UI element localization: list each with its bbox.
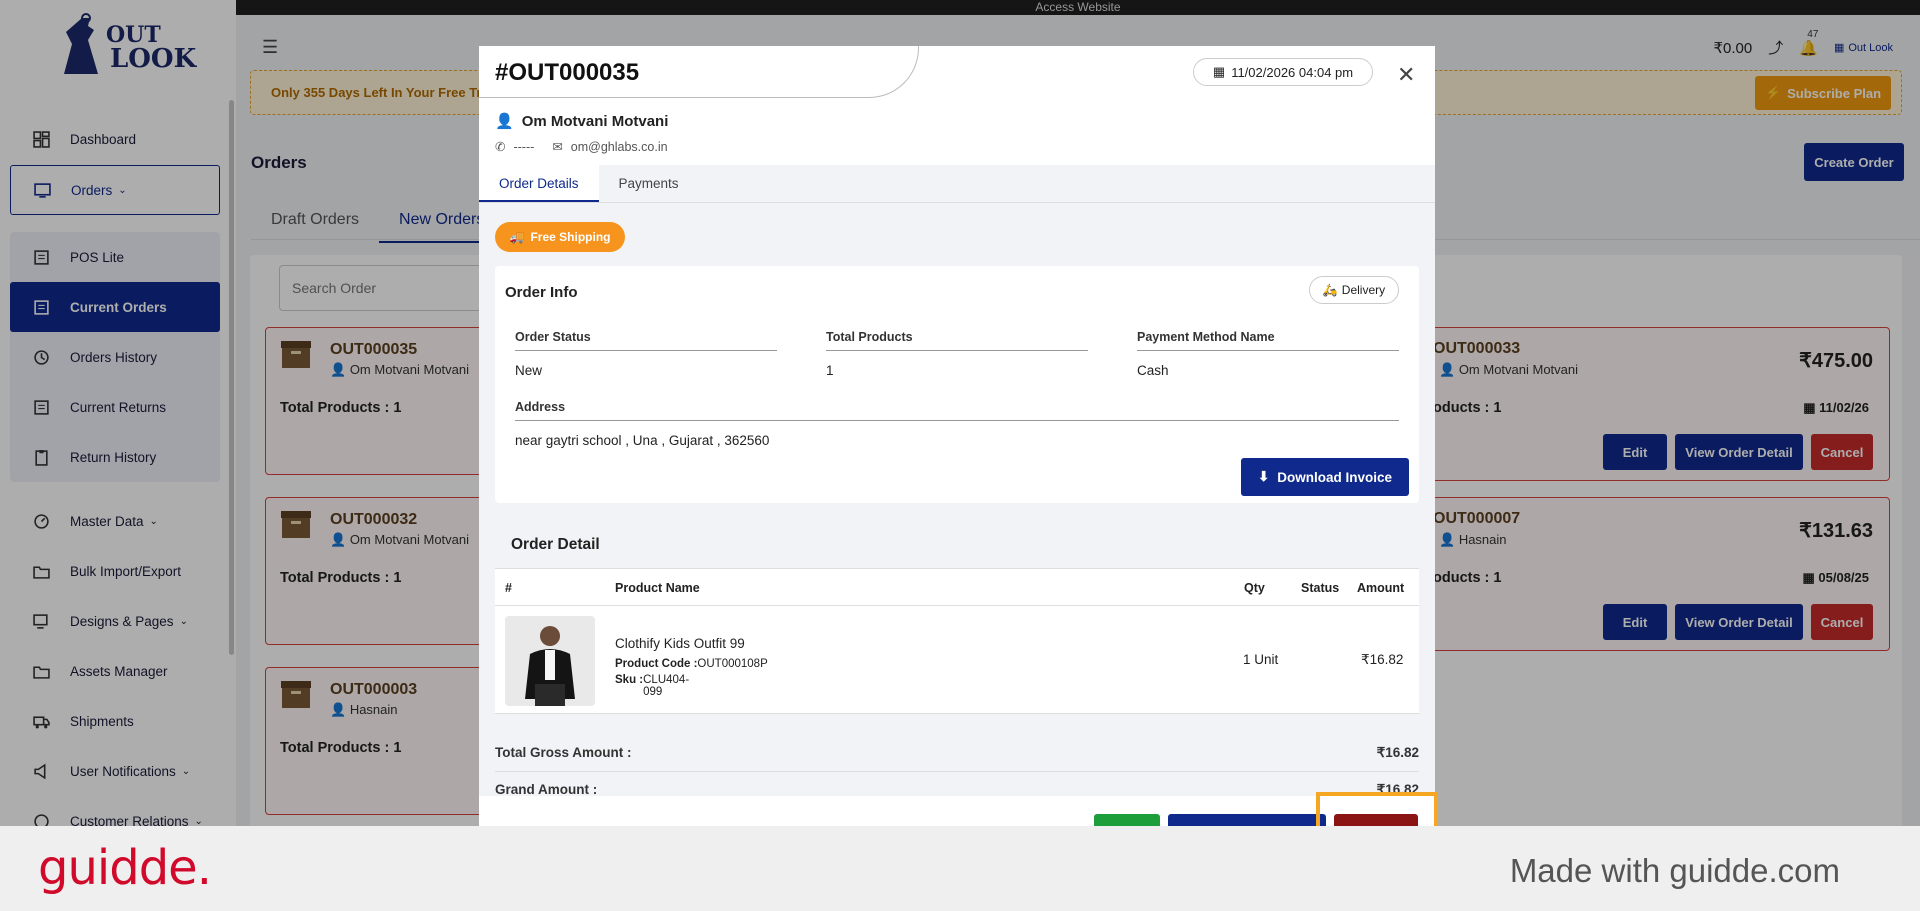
product-code-label: Product Code : — [615, 658, 698, 670]
close-icon[interactable]: ✕ — [1397, 62, 1415, 88]
field-label: Order Status — [515, 330, 777, 351]
tab-payments[interactable]: Payments — [599, 165, 699, 202]
delivery-badge: 🛵 Delivery — [1309, 276, 1399, 304]
product-code-value: OUT000108P — [697, 658, 768, 670]
col-qty: Qty — [1244, 581, 1265, 595]
order-status-field: Order Status New — [515, 330, 777, 378]
modal-tabs: Order Details Payments — [479, 165, 1435, 203]
grand-amount-row: Grand Amount : ₹16.82 — [495, 782, 1419, 797]
totals-divider — [495, 771, 1419, 772]
grand-label: Grand Amount : — [495, 782, 598, 797]
tab-order-details[interactable]: Order Details — [479, 165, 599, 202]
gross-value: ₹16.82 — [1376, 745, 1419, 760]
field-value: Cash — [1137, 363, 1169, 378]
sku-value: CLU404-099 — [643, 674, 690, 698]
field-value: near gaytri school , Una , Gujarat , 362… — [515, 433, 770, 448]
free-shipping-badge: 🚚 Free Shipping — [495, 222, 625, 252]
payment-method-field: Payment Method Name Cash — [1137, 330, 1399, 378]
field-label: Total Products — [826, 330, 1088, 351]
order-detail-title: Order Detail — [511, 536, 600, 553]
item-amount: ₹16.82 — [1361, 652, 1404, 667]
made-with-text[interactable]: Made with guidde.com — [1510, 852, 1840, 890]
total-products-field: Total Products 1 — [826, 330, 1088, 378]
field-label: Payment Method Name — [1137, 330, 1399, 351]
footer-green-button[interactable] — [1094, 814, 1160, 826]
product-image — [505, 616, 595, 706]
customer-contact: ✆ ----- ✉ om@ghlabs.co.in — [495, 139, 668, 155]
field-value: New — [515, 363, 543, 378]
gross-label: Total Gross Amount : — [495, 745, 632, 760]
guidde-footer: guidde. Made with guidde.com — [0, 826, 1920, 911]
calendar-icon: ▦ — [1212, 64, 1226, 79]
field-label: Address — [515, 400, 1399, 421]
phone-icon: ✆ — [495, 140, 506, 154]
field-value: 1 — [826, 363, 834, 378]
order-detail-modal: #OUT000035 ▦ 11/02/2026 04:04 pm ✕ 👤 Om … — [479, 46, 1435, 826]
download-icon: ⬇ — [1257, 469, 1270, 484]
delivery-label: Delivery — [1341, 283, 1386, 297]
download-label: Download Invoice — [1277, 469, 1393, 485]
product-code: Product Code : OUT000108P — [615, 658, 768, 670]
col-amount: Amount — [1357, 581, 1405, 595]
customer-name: Om Motvani Motvani — [521, 112, 669, 130]
order-info-card: Order Info 🛵 Delivery Order Status New T… — [495, 266, 1419, 503]
footer-blue-button[interactable] — [1168, 814, 1326, 826]
modal-customer: 👤 Om Motvani Motvani — [495, 112, 669, 131]
total-gross-row: Total Gross Amount : ₹16.82 — [495, 745, 1419, 760]
mail-icon: ✉ — [552, 140, 563, 154]
address-field: Address near gaytri school , Una , Gujar… — [515, 400, 1399, 448]
delivery-icon: 🛵 — [1322, 283, 1338, 297]
table-header: # Product Name Qty Status Amount — [495, 568, 1419, 606]
phone-number: ----- — [513, 139, 535, 154]
guidde-logo[interactable]: guidde. — [38, 840, 212, 896]
datetime-label: 11/02/2026 04:04 pm — [1231, 64, 1354, 80]
item-qty: 1 Unit — [1243, 652, 1279, 667]
modal-order-id: #OUT000035 — [495, 59, 640, 86]
order-items-table: # Product Name Qty Status Amount Clothif… — [495, 568, 1419, 714]
sku-label: Sku : — [615, 674, 644, 686]
order-info-title: Order Info — [505, 284, 578, 301]
product-name: Clothify Kids Outfit 99 — [615, 636, 745, 651]
order-datetime: ▦ 11/02/2026 04:04 pm — [1193, 58, 1373, 86]
table-row[interactable]: Clothify Kids Outfit 99 Product Code : O… — [495, 606, 1419, 714]
truck-icon: 🚚 — [509, 230, 525, 244]
user-icon: 👤 — [495, 113, 514, 130]
badge-label: Free Shipping — [530, 230, 611, 244]
download-invoice-button[interactable]: ⬇ Download Invoice — [1241, 458, 1409, 496]
col-product-name: Product Name — [615, 581, 700, 595]
email-address: om@ghlabs.co.in — [570, 139, 668, 154]
col-number: # — [505, 581, 512, 595]
modal-header: #OUT000035 ▦ 11/02/2026 04:04 pm ✕ 👤 Om … — [479, 46, 1435, 165]
col-status: Status — [1301, 581, 1340, 595]
product-sku: Sku : CLU404-099 — [615, 674, 689, 698]
